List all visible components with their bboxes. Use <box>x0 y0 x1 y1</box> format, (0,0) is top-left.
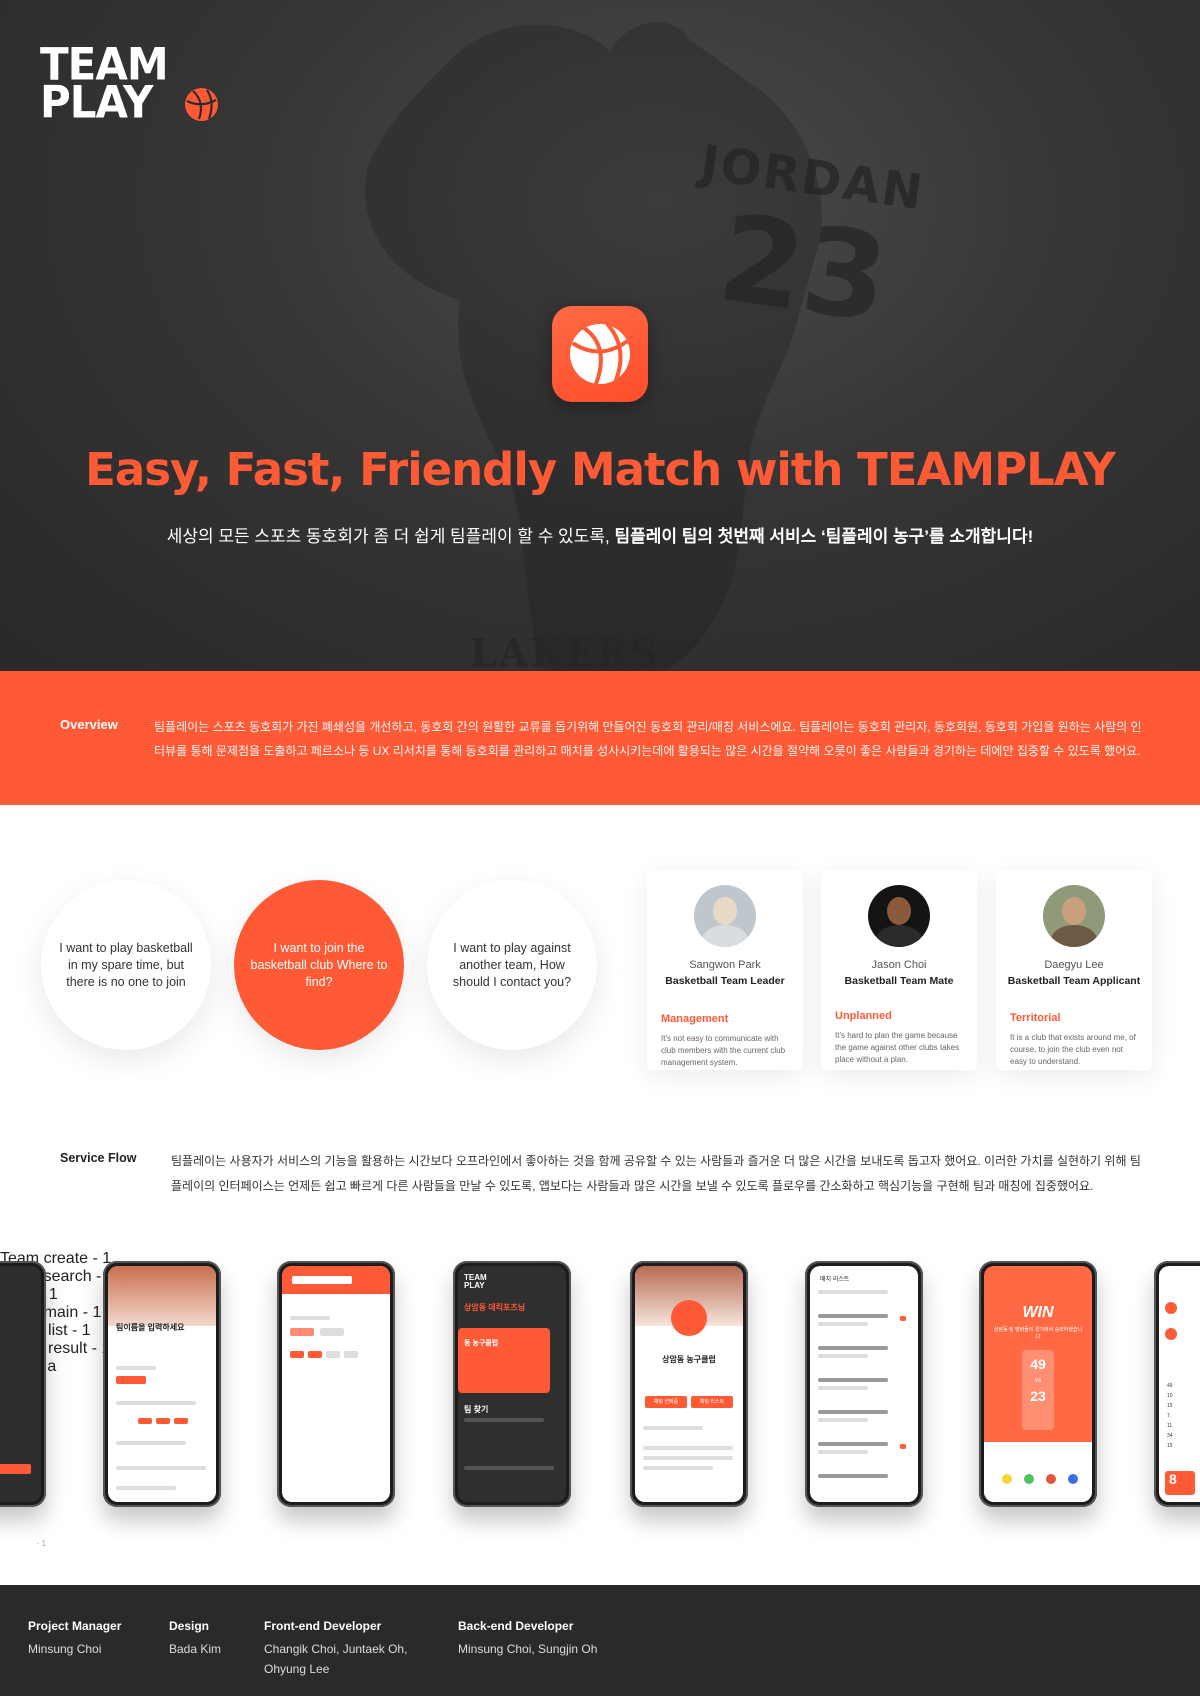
credit-frontend: Front-end Developer Changik Choi, Juntae… <box>264 1619 408 1676</box>
stat-big: 8 <box>1165 1471 1195 1495</box>
app-screens-strip: MY - 1 팀이름을 입력하세요 Team create - 1 <box>0 1250 1200 1550</box>
result-win: WIN <box>1022 1304 1054 1321</box>
main-team-name: 상암동 데킥포츠님 <box>464 1303 526 1312</box>
overview-text: 팀플레이는 스포츠 동호회가 가진 폐쇄성을 개선하고, 동호회 간의 원활한 … <box>154 720 1142 758</box>
credit-backend: Back-end Developer Minsung Choi, Sungjin… <box>458 1619 598 1656</box>
result-score-1: 49 <box>1030 1356 1046 1372</box>
credit-design: Design Bada Kim <box>169 1619 222 1656</box>
basketball-icon <box>185 88 218 121</box>
need-bubble-1: I want to play basketball in my spare ti… <box>41 880 211 1050</box>
line-share-icon[interactable] <box>1024 1474 1034 1484</box>
result-message: 상암동 팀 멤버들의 경기에서 승리하셨습니다 <box>993 1327 1083 1340</box>
overview-label: Overview <box>60 717 118 732</box>
persona-keyword: Management <box>661 1013 729 1025</box>
overview-section: Overview 팀플레이는 스포츠 동호회가 가진 폐쇄성을 개선하고, 동호… <box>0 671 1200 805</box>
persona-description: It's hard to plan the game because the g… <box>835 1031 960 1064</box>
teamplay-logo[interactable]: TEAM PLAY <box>40 42 220 125</box>
service-flow-text: 팀플레이는 사용자가 서비스의 기능을 활용하는 시간보다 오프라인에서 좋아하… <box>171 1154 1141 1193</box>
persona-name: Daegyu Lee <box>1044 959 1104 971</box>
persona-role: Basketball Team Applicant <box>1007 975 1141 987</box>
result-score-2: 23 <box>1030 1388 1046 1404</box>
kakao-share-icon[interactable] <box>1002 1474 1012 1484</box>
avatar <box>1043 885 1105 947</box>
hero-subtitle-regular: 세상의 모든 스포츠 동호회가 좀 더 쉽게 팀플레이 할 수 있도록, <box>166 527 615 546</box>
persona-card: Jason Choi Basketball Team Mate Unplanne… <box>821 870 977 1070</box>
persona-name: Jason Choi <box>871 959 927 971</box>
persona-description: It is a club that exists around me, of c… <box>1010 1033 1136 1066</box>
team-main-button-2[interactable]: 채팅 리스트 <box>691 1396 733 1408</box>
stat-list: 49 10 15 7 11 34 15 <box>1167 1383 1173 1449</box>
hero-subtitle-bold: 팀플레이 팀의 첫번째 서비스 ‘팀플레이 농구’를 소개합니다! <box>614 527 1034 546</box>
facebook-share-icon[interactable] <box>1068 1474 1078 1484</box>
avatar <box>868 885 930 947</box>
create-title: 팀이름을 입력하세요 <box>116 1323 185 1332</box>
phone-mockup <box>277 1261 395 1507</box>
google-share-icon[interactable] <box>1046 1474 1056 1484</box>
screen-caption: - 1 <box>36 1539 46 1548</box>
team-main-name: 상암동 농구클럽 <box>662 1355 716 1364</box>
result-score-vs: vs <box>1035 1378 1041 1384</box>
service-flow-label: Service Flow <box>60 1151 137 1165</box>
hero-subtitle: 세상의 모든 스포츠 동호회가 좀 더 쉽게 팀플레이 할 수 있도록, 팀플레… <box>0 522 1200 547</box>
phone-mockup: MY <box>0 1261 46 1507</box>
persona-description: It's not easy to communicate with club m… <box>661 1034 786 1067</box>
app-icon <box>552 306 648 402</box>
persona-card: Sangwon Park Basketball Team Leader Mana… <box>647 870 803 1070</box>
phone-mockup: TEAM PLAY 상암동 데킥포츠님 동 농구클럽 팀 찾기 <box>453 1261 571 1507</box>
phone-mockup: 팀이름을 입력하세요 <box>103 1261 221 1507</box>
phone-mockup: 매치 리스트 <box>805 1261 923 1507</box>
persona-role: Basketball Team Mate <box>844 975 954 987</box>
main-card-title: 동 농구클럽 <box>464 1340 499 1347</box>
phone-mockup: WIN 상암동 팀 멤버들의 경기에서 승리하셨습니다 49 vs 23 <box>979 1261 1097 1507</box>
credit-project-manager: Project Manager Minsung Choi <box>28 1619 122 1656</box>
main-logo: TEAM PLAY <box>464 1273 487 1290</box>
need-bubble-3: I want to play against another team, How… <box>427 880 597 1050</box>
persona-keyword: Territorial <box>1010 1012 1061 1024</box>
hero-section: JORDAN 23 LAKERS TEAM PLAY Easy, Fast, F… <box>0 0 1200 671</box>
persona-role: Basketball Team Leader <box>665 975 785 987</box>
match-list-title: 매치 리스트 <box>820 1277 850 1283</box>
basketball-icon <box>570 323 630 386</box>
main-find-title: 팀 찾기 <box>464 1405 489 1414</box>
avatar <box>694 885 756 947</box>
phone-mockup: 49 10 15 7 11 34 15 8 <box>1154 1261 1200 1507</box>
team-main-button-1[interactable]: 채팅 선택중 <box>645 1396 687 1408</box>
need-bubble-2: I want to join the basketball club Where… <box>234 880 404 1050</box>
phone-mockup: 상암동 농구클럽 채팅 선택중 채팅 리스트 <box>630 1261 748 1507</box>
credits-footer: Project Manager Minsung Choi Design Bada… <box>0 1585 1200 1696</box>
persona-keyword: Unplanned <box>835 1010 892 1022</box>
hero-title: Easy, Fast, Friendly Match with TEAMPLAY <box>85 443 1116 496</box>
persona-card: Daegyu Lee Basketball Team Applicant Ter… <box>996 870 1152 1070</box>
persona-name: Sangwon Park <box>689 959 761 971</box>
